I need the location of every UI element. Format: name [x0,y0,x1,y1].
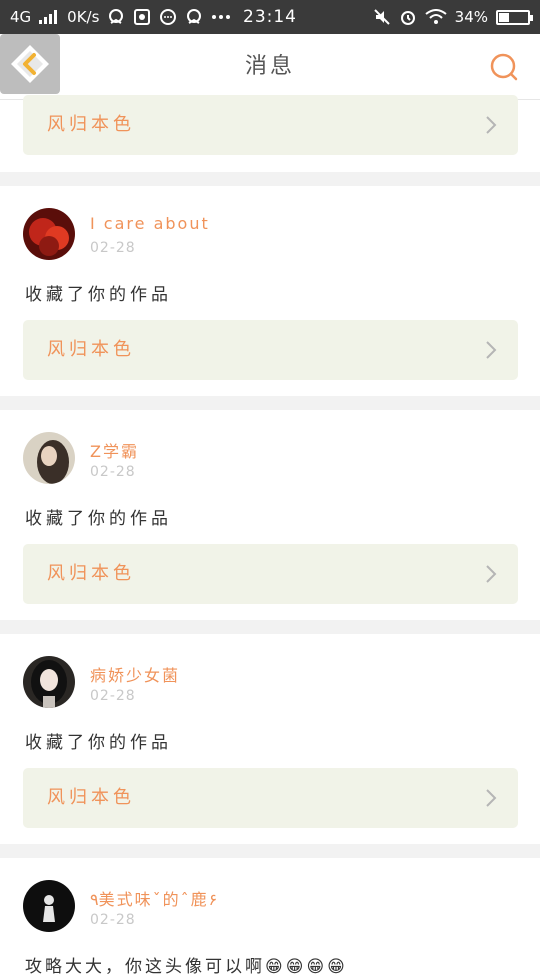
gallery-icon [134,9,151,25]
avatar-image [23,208,75,260]
message-feed[interactable]: 风归本色 I care about 02-28 收藏了你的作品 风归本色 Z学霸… [0,95,540,978]
status-bar: 4G 0K/s 23:14 34% [0,0,540,34]
alarm-icon [400,11,415,25]
chevron-right-icon [486,116,497,134]
work-link[interactable]: 风归本色 [23,768,518,828]
timestamp: 02-28 [90,912,136,928]
message-card: 风归本色 [0,95,540,172]
search-icon [490,53,518,81]
timestamp: 02-28 [90,240,136,256]
username[interactable]: ۹美式味ˇ的ˆ鹿۶ [90,886,217,910]
username[interactable]: I care about [90,214,210,233]
work-link[interactable]: 风归本色 [23,544,518,604]
timestamp: 02-28 [90,464,136,480]
message-text: 收藏了你的作品 [25,509,172,529]
avatar[interactable] [23,880,75,932]
chevron-right-icon [486,565,497,583]
chat-icon [160,9,177,25]
battery-icon [496,9,533,25]
search-button[interactable] [488,51,520,83]
avatar[interactable] [23,208,75,260]
network-speed: 0K/s [67,8,100,26]
message-text: 收藏了你的作品 [25,733,172,753]
wifi-icon [425,9,447,24]
mute-icon [373,9,390,25]
message-card: I care about 02-28 收藏了你的作品 风归本色 [0,186,540,396]
work-link[interactable]: 风归本色 [23,95,518,155]
message-text: 收藏了你的作品 [25,285,172,305]
app-header: 消息 [0,34,540,100]
work-title: 风归本色 [47,339,135,360]
work-title: 风归本色 [47,787,135,808]
battery-percent: 34% [454,8,488,26]
page-title: 消息 [244,54,295,79]
more-icon [212,15,231,19]
work-title: 风归本色 [47,114,135,135]
avatar-image [23,656,75,708]
chevron-right-icon [486,789,497,807]
work-title: 风归本色 [47,563,135,584]
message-card: Z学霸 02-28 收藏了你的作品 风归本色 [0,410,540,620]
chevron-right-icon [486,341,497,359]
qq-icon-2 [187,9,202,24]
avatar-image [23,432,75,484]
avatar[interactable] [23,432,75,484]
network-type: 4G [10,8,32,26]
qq-icon [109,9,124,24]
message-text: 攻略大大，你这头像可以啊😁😁😁😁 [25,957,348,977]
avatar[interactable] [23,656,75,708]
message-card: 病娇少女菌 02-28 收藏了你的作品 风归本色 [0,634,540,844]
avatar-image [23,880,75,932]
username[interactable]: 病娇少女菌 [90,662,180,686]
timestamp: 02-28 [90,688,136,704]
message-card: ۹美式味ˇ的ˆ鹿۶ 02-28 攻略大大，你这头像可以啊😁😁😁😁 [0,858,540,978]
signal-icon [39,10,58,24]
work-link[interactable]: 风归本色 [23,320,518,380]
username[interactable]: Z学霸 [90,438,139,462]
